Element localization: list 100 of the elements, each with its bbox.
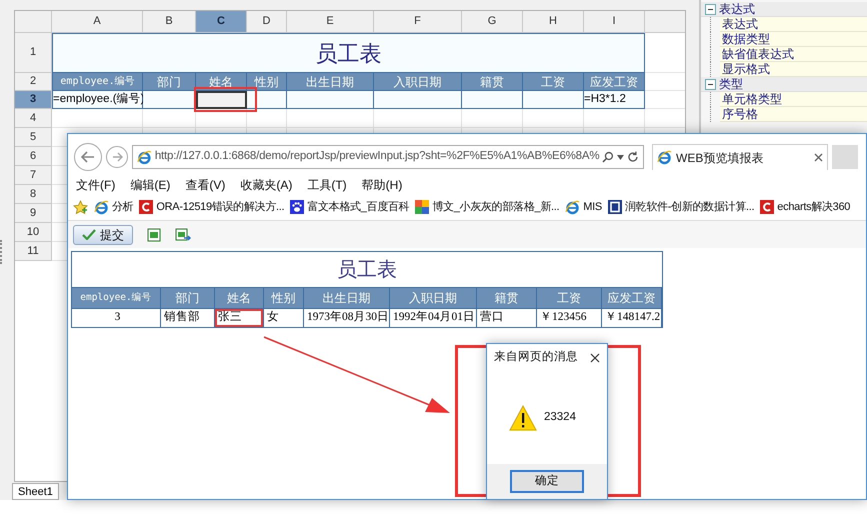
- tree-group-label[interactable]: 类型: [719, 78, 743, 90]
- bookmark-link[interactable]: 博文_小灰灰的部落格_新...: [415, 198, 560, 216]
- empty-cell[interactable]: [196, 109, 247, 128]
- resize-grip[interactable]: [0, 240, 4, 264]
- row-header[interactable]: 10: [15, 223, 52, 242]
- tree-item[interactable]: 显示格式: [720, 62, 867, 77]
- sheet-tab[interactable]: Sheet1: [12, 483, 59, 500]
- forward-arrow-icon: [112, 152, 122, 162]
- column-header: 部门: [161, 288, 215, 308]
- table-cell: 销售部: [161, 309, 215, 327]
- header-cell: 应发工资: [584, 73, 645, 91]
- menu-item[interactable]: 编辑(E): [130, 176, 170, 194]
- mosaic-icon: [415, 200, 430, 214]
- row-header[interactable]: 6: [15, 147, 52, 166]
- menu-item[interactable]: 收藏夹(A): [240, 176, 292, 194]
- c-logo-icon: [760, 200, 774, 214]
- column-header[interactable]: B: [143, 11, 196, 33]
- search-icon: [602, 151, 614, 163]
- column-header: 应发工资: [602, 288, 662, 308]
- formula-cell[interactable]: [374, 91, 462, 109]
- column-header[interactable]: A: [52, 11, 143, 33]
- formula-cell[interactable]: =H3*1.2: [584, 91, 645, 109]
- header-cell: 入职日期: [374, 73, 462, 91]
- tree-group-label[interactable]: 表达式: [719, 3, 755, 15]
- formula-cell[interactable]: [247, 91, 287, 109]
- row-header[interactable]: 1: [15, 33, 52, 73]
- bookmark-link[interactable]: 富文本格式_百度百科: [290, 198, 410, 216]
- column-header[interactable]: I: [584, 11, 645, 33]
- column-header[interactable]: D: [247, 11, 287, 33]
- formula-cell[interactable]: [196, 91, 247, 109]
- browser-e-icon: [137, 150, 152, 164]
- submit-button[interactable]: 提交: [73, 224, 133, 244]
- bookmark-link[interactable]: ORA-12519错误的解决方...: [139, 198, 284, 216]
- row-header[interactable]: 2: [15, 73, 52, 91]
- row-header[interactable]: 9: [15, 204, 52, 223]
- tree-item[interactable]: 缺省值表达式: [720, 47, 867, 62]
- dialog-message: 23324: [544, 410, 576, 426]
- empty-cell[interactable]: [374, 109, 462, 128]
- column-header: 工资: [537, 288, 602, 308]
- column-header[interactable]: C: [196, 11, 247, 33]
- column-header[interactable]: F: [374, 11, 462, 33]
- spreadsheet-icon[interactable]: [147, 228, 161, 242]
- empty-cell[interactable]: [523, 109, 584, 128]
- header-cell: employee.编号: [52, 73, 143, 91]
- dialog-title: 来自网页的消息: [494, 350, 578, 366]
- dropdown-caret-icon: [617, 154, 624, 160]
- empty-cell[interactable]: [462, 109, 523, 128]
- collapse-icon[interactable]: [705, 4, 716, 14]
- collapse-icon[interactable]: [705, 78, 716, 90]
- table-cell[interactable]: 张三: [215, 309, 264, 327]
- empty-cell[interactable]: [584, 109, 645, 128]
- row-header[interactable]: 5: [15, 128, 52, 147]
- bookmark-link[interactable]: echarts解决360: [760, 198, 850, 216]
- close-icon: [814, 153, 823, 162]
- row-header[interactable]: 11: [15, 242, 52, 261]
- column-header[interactable]: E: [287, 11, 374, 33]
- column-header: 籍贯: [477, 288, 537, 308]
- header-cell: 部门: [143, 73, 196, 91]
- browser-tab[interactable]: WEB预览填报表: [652, 144, 828, 170]
- corner-cell[interactable]: [15, 11, 52, 33]
- column-header: 姓名: [215, 288, 264, 308]
- formula-cell[interactable]: [462, 91, 523, 109]
- empty-cell[interactable]: [287, 109, 374, 128]
- forward-button[interactable]: [106, 146, 128, 168]
- back-button[interactable]: [74, 143, 102, 171]
- row-header[interactable]: 4: [15, 109, 52, 128]
- bookmark-link[interactable]: 分析: [94, 198, 134, 216]
- tree-item[interactable]: 数据类型: [720, 32, 867, 47]
- column-header[interactable]: H: [523, 11, 584, 33]
- empty-cell[interactable]: [247, 109, 287, 128]
- row-header[interactable]: 8: [15, 185, 52, 204]
- warning-icon: [509, 405, 537, 431]
- formula-cell[interactable]: [143, 91, 196, 109]
- column-header: 出生日期: [304, 288, 390, 308]
- menu-item[interactable]: 查看(V): [185, 176, 226, 194]
- checkmark-icon: [82, 229, 96, 240]
- row-header[interactable]: 7: [15, 166, 52, 185]
- menu-item[interactable]: 帮助(H): [362, 176, 402, 194]
- spreadsheet-export-icon[interactable]: [175, 228, 191, 242]
- tree-item[interactable]: 序号格: [720, 107, 867, 122]
- paw-icon: [290, 200, 304, 214]
- browser-e-icon: [657, 150, 672, 165]
- bookmark-link[interactable]: 润乾软件-创新的数据计算...: [608, 198, 754, 216]
- ok-button[interactable]: 确定: [510, 470, 584, 493]
- browser-e-icon: [94, 200, 109, 214]
- row-header[interactable]: 3: [15, 91, 52, 109]
- tree-item[interactable]: 表达式: [720, 17, 867, 32]
- menu-item[interactable]: 文件(F): [76, 176, 116, 194]
- bookmark-link[interactable]: MIS: [565, 198, 602, 216]
- header-cell: 性别: [247, 73, 287, 91]
- tree-item[interactable]: 单元格类型: [720, 92, 867, 107]
- close-icon[interactable]: [590, 353, 600, 363]
- menu-item[interactable]: 工具(T): [307, 176, 347, 194]
- column-header: 入职日期: [390, 288, 477, 308]
- column-header[interactable]: G: [462, 11, 523, 33]
- header-cell: 籍贯: [462, 73, 523, 91]
- address-bar[interactable]: http://127.0.0.1:6868/demo/reportJsp/previewInput.jsp?sht=%2F%E5%A1%AB%E6%8A%: [132, 145, 644, 169]
- empty-cell[interactable]: [143, 109, 196, 128]
- formula-cell[interactable]: [523, 91, 584, 109]
- formula-cell[interactable]: [287, 91, 374, 109]
